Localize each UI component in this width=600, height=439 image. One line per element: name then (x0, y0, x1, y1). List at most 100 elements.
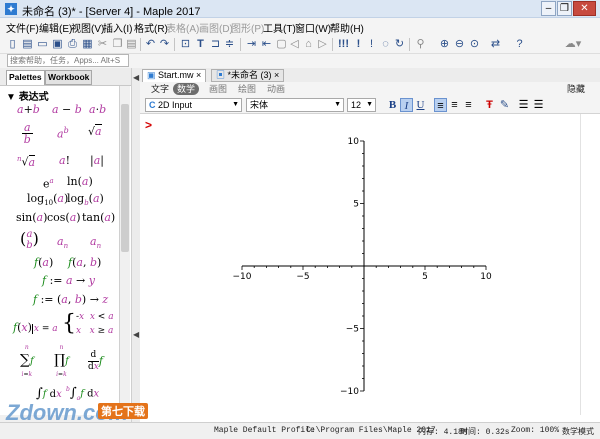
numbered-list-icon[interactable]: ☰ (532, 98, 545, 112)
palette-sin[interactable]: sin(a) (16, 212, 47, 224)
menu-plot[interactable]: 图形(P) (231, 20, 264, 35)
palette-product-sum[interactable]: n ∏f i=k (54, 344, 69, 378)
close-button[interactable]: ✕ (573, 1, 596, 16)
stop-icon[interactable]: ▢ (275, 37, 288, 51)
close-tab-icon[interactable]: × (196, 70, 201, 80)
redo-icon[interactable]: ↷ (158, 37, 171, 51)
open-icon[interactable]: ▭ (36, 37, 49, 51)
mode-plot[interactable]: 绘图 (234, 83, 260, 95)
palette-derivative[interactable]: d dx f (88, 350, 103, 373)
cloud-icon[interactable]: ☁▾ (563, 37, 583, 51)
print-preview-icon[interactable]: ▦ (81, 37, 94, 51)
bold-button[interactable]: B (386, 98, 399, 112)
zoom-in-icon[interactable]: ⊕ (438, 37, 451, 51)
palette-factorial[interactable]: a! (59, 155, 70, 167)
palette-nthroot[interactable]: n√a (17, 153, 36, 169)
tab-untitled-3[interactable]: ▣ *未命名 (3) × (211, 69, 285, 82)
plot-region[interactable]: −10 −5 5 10 −10 −5 5 10 (230, 132, 498, 400)
insert-section-icon[interactable]: ≑ (223, 37, 236, 51)
palette-summation[interactable]: n ∑f i=k (20, 344, 34, 378)
palette-abs[interactable]: |a| (90, 155, 104, 167)
panel-splitter[interactable]: ◀ ◀ ▶ (131, 68, 140, 429)
palette-ln[interactable]: ln(a) (67, 176, 93, 188)
menu-view[interactable]: 视图(V) (71, 20, 104, 35)
new-document-icon[interactable]: ▯ (6, 37, 19, 51)
palette-logb[interactable]: logb(a) (67, 192, 104, 209)
palette-function-two[interactable]: f(a, b) (68, 257, 101, 269)
palette-eval-at[interactable]: f(x) x = a (13, 314, 58, 343)
collapse-left-icon[interactable]: ◀ (133, 330, 139, 339)
palette-fraction[interactable]: ab (22, 122, 33, 145)
mode-text[interactable]: 文字 (147, 83, 173, 95)
indent-icon[interactable]: ⇥ (245, 37, 258, 51)
undo-icon[interactable]: ↶ (144, 37, 157, 51)
menu-tools[interactable]: 工具(T) (263, 20, 296, 35)
insert-prompt-icon[interactable]: ⊐ (209, 37, 222, 51)
palette-arrow-two[interactable]: f := (a, b) → z (33, 294, 108, 306)
menu-insert[interactable]: 插入(I) (103, 20, 132, 35)
input-mode-select[interactable]: C 2D Input ▼ (145, 98, 242, 112)
palette-indexed[interactable]: an (90, 236, 101, 252)
restart-icon[interactable]: ↻ (393, 37, 406, 51)
palette-difference[interactable]: a − b (52, 104, 82, 116)
toggle-icon[interactable]: ⇄ (489, 37, 502, 51)
insert-math-icon[interactable]: ⊡ (179, 37, 192, 51)
input-prompt[interactable]: > (145, 118, 152, 132)
zoom-reset-icon[interactable]: ⊙ (468, 37, 481, 51)
palette-power[interactable]: ab (57, 125, 69, 141)
palette-piecewise[interactable]: {-x x < ax x ≥ a (62, 310, 114, 338)
menu-format[interactable]: 格式(R) (134, 20, 168, 35)
font-select[interactable]: 宋体 ▼ (246, 98, 344, 112)
execute-all-icon[interactable]: ! (352, 37, 365, 51)
menu-help[interactable]: 帮助(H) (330, 20, 364, 35)
palette-tan[interactable]: tan(a) (82, 212, 115, 224)
palette-function-one[interactable]: f(a) (34, 257, 53, 269)
palette-exp[interactable]: ea (43, 175, 54, 191)
palette-sum[interactable]: a+b (17, 104, 40, 116)
align-center-icon[interactable]: ≡ (448, 98, 461, 112)
palette-log10[interactable]: log10(a) (27, 192, 68, 209)
zoom-out-icon[interactable]: ⊖ (453, 37, 466, 51)
tab-workbook[interactable]: Workbook (45, 70, 93, 85)
help-icon[interactable]: ? (513, 37, 526, 51)
interrupt-icon[interactable]: ◌ (379, 37, 392, 51)
save-icon[interactable]: ▣ (51, 37, 64, 51)
menu-table[interactable]: 表格(A) (166, 20, 199, 35)
mode-animation[interactable]: 动画 (263, 83, 289, 95)
minimize-button[interactable]: – (541, 1, 556, 16)
mode-math[interactable]: 数学 (173, 83, 200, 95)
hide-button[interactable]: 隐藏 (563, 83, 589, 95)
home-icon[interactable]: ⌂ (302, 37, 315, 51)
outdent-icon[interactable]: ⇤ (260, 37, 273, 51)
help-search-input[interactable] (7, 54, 129, 67)
menu-window[interactable]: 窗口(W) (295, 20, 331, 35)
text-mode-icon[interactable]: T (194, 37, 207, 51)
palette-scroll-thumb[interactable] (121, 104, 129, 252)
close-tab-icon[interactable]: × (274, 70, 279, 80)
mode-drawing[interactable]: 画图 (205, 83, 231, 95)
copy-icon[interactable]: ❐ (111, 37, 124, 51)
new-worksheet-icon[interactable]: ▤ (21, 37, 34, 51)
debug-icon[interactable]: ! (365, 37, 378, 51)
align-left-icon[interactable]: ≡ (434, 98, 447, 112)
highlight-icon[interactable]: ✎ (498, 98, 511, 112)
palette-product[interactable]: a·b (89, 104, 106, 116)
tab-palettes[interactable]: Palettes (6, 70, 45, 85)
forward-icon[interactable]: ▷ (316, 37, 329, 51)
align-right-icon[interactable]: ≡ (462, 98, 475, 112)
palette-sqrt[interactable]: √a (88, 124, 102, 138)
paste-icon[interactable]: ▤ (125, 37, 138, 51)
menu-draw[interactable]: 画图(D) (199, 20, 233, 35)
execute-icon[interactable]: !!! (337, 37, 350, 51)
menu-edit[interactable]: 编辑(E) (39, 20, 72, 35)
back-icon[interactable]: ◁ (288, 37, 301, 51)
collapse-left-icon[interactable]: ◀ (133, 73, 139, 82)
tab-start-mw[interactable]: ▣ Start.mw × (142, 69, 207, 82)
text-color-icon[interactable]: Ŧ (483, 98, 496, 112)
palette-arrow-one[interactable]: f := a → y (42, 275, 95, 287)
palette-vector[interactable]: (a b) (20, 226, 39, 252)
palette-subscript[interactable]: an (57, 236, 68, 252)
link-icon[interactable]: ⚲ (414, 37, 427, 51)
document-scrollbar[interactable] (580, 114, 600, 415)
menu-file[interactable]: 文件(F) (6, 20, 39, 35)
